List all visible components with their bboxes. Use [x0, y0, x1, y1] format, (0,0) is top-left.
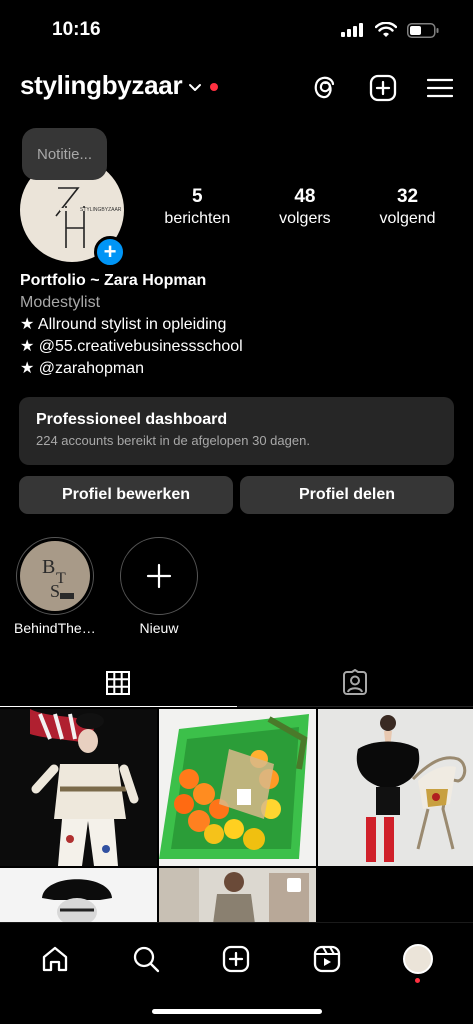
top-bar: stylingbyzaar	[0, 68, 473, 112]
nav-home[interactable]	[35, 939, 75, 979]
post-image-store	[159, 868, 316, 924]
new-highlight-label: Nieuw	[139, 620, 179, 636]
post-thumbnail[interactable]	[0, 709, 157, 866]
bio-line: ★ Allround stylist in opleiding	[20, 316, 227, 333]
add-story-button[interactable]: +	[94, 236, 126, 268]
post-image-horse	[318, 709, 473, 866]
top-actions	[311, 74, 453, 102]
grid-icon	[106, 671, 131, 695]
edit-profile-button[interactable]: Profiel bewerken	[19, 476, 233, 514]
note-bubble[interactable]: Notitie...	[22, 128, 107, 180]
nav-search[interactable]	[126, 939, 166, 979]
stat-following-label: volgend	[379, 210, 436, 227]
svg-text:B: B	[42, 556, 55, 578]
home-indicator	[152, 1009, 322, 1014]
stat-following[interactable]: 32 volgend	[380, 186, 436, 228]
highlight-cover: B T S	[20, 541, 90, 611]
post-thumbnail[interactable]	[159, 868, 316, 924]
threads-icon[interactable]	[311, 74, 339, 102]
dashboard-title: Professioneel dashboard	[36, 411, 228, 428]
professional-dashboard[interactable]: Professioneel dashboard 224 accounts ber…	[19, 397, 454, 465]
home-icon	[43, 946, 68, 972]
bio-name: Portfolio ~ Zara Hopman	[20, 272, 207, 289]
post-thumbnail[interactable]	[159, 709, 316, 866]
cellular-signal-icon	[341, 23, 363, 37]
notification-dot	[210, 82, 219, 91]
stat-followers[interactable]: 48 volgers	[279, 186, 331, 228]
nav-profile[interactable]	[398, 939, 438, 983]
bottom-nav	[0, 922, 473, 1024]
story-highlights: B T S BehindTheSc... Nieuw	[14, 537, 200, 636]
post-thumbnail[interactable]	[0, 868, 157, 924]
notification-dot	[415, 978, 421, 983]
bio-category: Modestylist	[20, 294, 101, 311]
post-image-stylist	[0, 709, 157, 866]
profile-avatar-icon	[402, 944, 433, 974]
highlight-label: BehindTheSc...	[14, 620, 96, 636]
wifi-icon	[375, 22, 397, 37]
stat-posts[interactable]: 5 berichten	[164, 186, 230, 228]
bio-line-mention[interactable]: ★ @55.creativebusinessschool	[20, 336, 460, 358]
dashboard-subtitle: 224 accounts bereikt in de afgelopen 30 …	[36, 433, 310, 448]
nav-reels[interactable]	[307, 939, 347, 979]
bio: Portfolio ~ Zara Hopman Modestylist ★ Al…	[20, 270, 460, 380]
stat-followers-value: 48	[294, 186, 316, 207]
tab-posts-grid[interactable]	[0, 660, 237, 707]
reels-icon	[313, 945, 341, 973]
profile-tabs	[0, 660, 473, 707]
battery-icon	[407, 22, 439, 38]
nav-create[interactable]	[216, 939, 256, 979]
svg-text:S: S	[50, 581, 60, 601]
menu-icon[interactable]	[427, 77, 453, 99]
stat-following-value: 32	[396, 186, 419, 207]
post-grid	[0, 709, 473, 924]
stat-posts-value: 5	[192, 186, 203, 207]
highlight-item[interactable]: B T S BehindTheSc...	[14, 537, 96, 636]
create-icon	[223, 945, 250, 973]
highlight-ring: B T S	[16, 537, 94, 615]
plus-icon	[146, 563, 172, 589]
profile-actions: Profiel bewerken Profiel delen	[19, 476, 454, 514]
search-icon	[133, 946, 160, 973]
bts-logo: B T S	[42, 556, 74, 601]
stat-followers-label: volgers	[279, 210, 331, 227]
profile-stats: 5 berichten 48 volgers 32 volgend	[140, 186, 460, 228]
status-bar: 10:16	[0, 0, 473, 60]
tab-tagged[interactable]	[236, 660, 473, 707]
post-thumbnail[interactable]	[318, 709, 473, 866]
account-switcher[interactable]: stylingbyzaar	[20, 70, 219, 101]
svg-text:STYLINGBYZAAR: STYLINGBYZAAR	[80, 207, 122, 213]
status-time: 10:16	[52, 19, 101, 40]
share-profile-button[interactable]: Profiel delen	[240, 476, 454, 514]
stat-posts-label: berichten	[164, 210, 231, 227]
username: stylingbyzaar	[20, 70, 183, 100]
create-post-icon[interactable]	[369, 74, 397, 102]
post-image-portrait	[0, 868, 157, 924]
bio-line-mention[interactable]: ★ @zarahopman	[20, 358, 460, 380]
bottom-nav-icons	[0, 923, 473, 983]
new-highlight-ring	[120, 537, 198, 615]
status-icons	[341, 22, 439, 38]
post-image-oranges	[159, 709, 316, 866]
new-highlight[interactable]: Nieuw	[118, 537, 200, 636]
chevron-down-icon	[189, 83, 202, 91]
tagged-person-icon	[342, 669, 367, 695]
